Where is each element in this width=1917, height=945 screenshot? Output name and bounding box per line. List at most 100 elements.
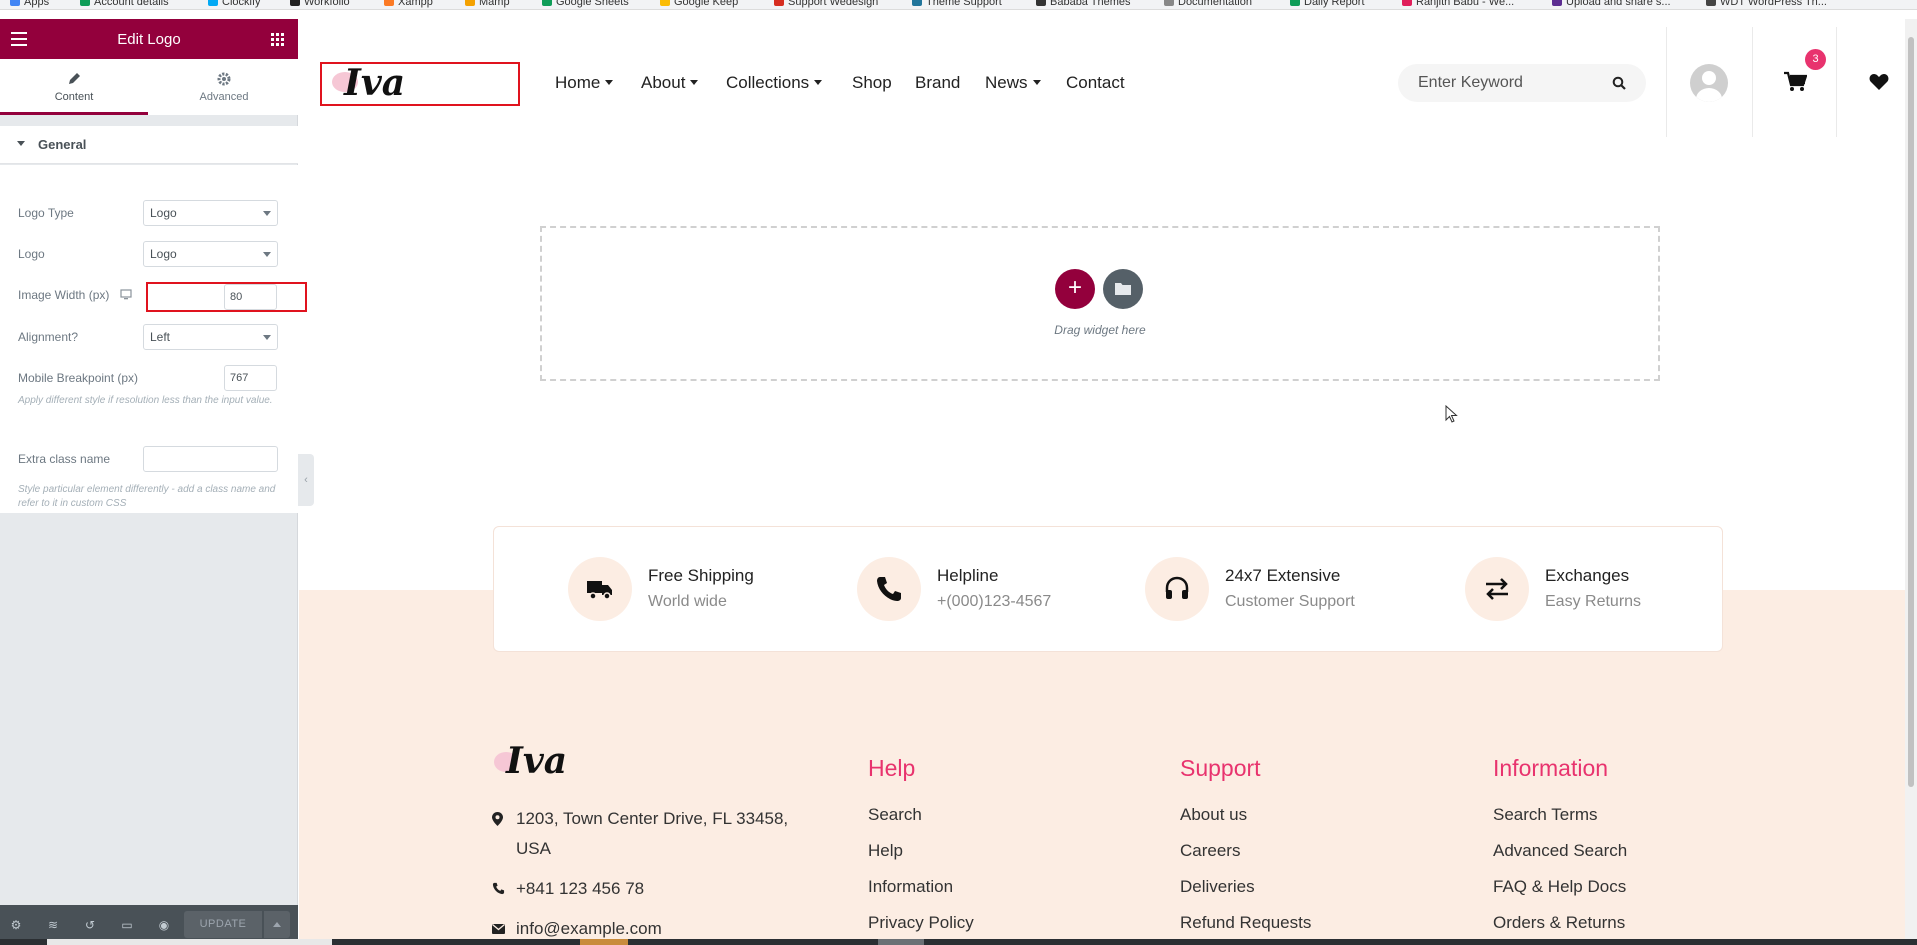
bookmark-item[interactable]: WDT WordPress Th... (1706, 0, 1827, 8)
bookmark-item[interactable]: Mamp (465, 0, 510, 8)
logo-highlight[interactable]: Iva (320, 62, 520, 106)
header-divider (1752, 27, 1753, 137)
footer-link[interactable]: Deliveries (1180, 877, 1255, 897)
features-bar: Free Shipping World wide Helpline +(000)… (493, 526, 1723, 652)
phone-icon (492, 882, 505, 895)
nav-contact-label: Contact (1066, 73, 1125, 92)
bookmark-item[interactable]: Theme Support (912, 0, 1002, 8)
footer-heading-support: Support (1180, 755, 1261, 781)
site-logo: Iva (332, 62, 405, 104)
tab-content-label: Content (54, 91, 94, 103)
bookmark-item[interactable]: Google Keep (660, 0, 738, 8)
footer-link[interactable]: Refund Requests (1180, 913, 1311, 933)
editor-panel: Edit Logo Content Advanced General Logo … (0, 19, 307, 945)
extra-class-input[interactable] (143, 446, 278, 472)
widgets-grid-icon[interactable] (271, 33, 284, 46)
footer-logo[interactable]: Iva (494, 740, 568, 782)
update-button[interactable]: UPDATE (184, 911, 262, 938)
panel-header: Edit Logo (0, 19, 298, 59)
headphones-icon (1165, 576, 1189, 599)
taskbar-strip (0, 939, 1917, 945)
truck-icon (587, 581, 612, 600)
search-input[interactable]: Enter Keyword (1398, 64, 1646, 102)
responsive-icon[interactable]: ▭ (120, 918, 134, 932)
bookmark-item[interactable]: Upload and share s... (1552, 0, 1671, 8)
footer-link[interactable]: Careers (1180, 841, 1240, 861)
bookmark-item[interactable]: Xampp (384, 0, 433, 8)
bookmark-item[interactable]: Google Sheets (542, 0, 629, 8)
logo-select[interactable]: Logo (143, 241, 278, 267)
footer-link[interactable]: Search (868, 805, 922, 825)
bookmarks-bar: Apps Account details Clockify Workfollo … (0, 0, 1917, 10)
nav-news[interactable]: News (985, 73, 1041, 93)
footer-link[interactable]: Privacy Policy (868, 913, 974, 933)
image-width-input[interactable]: 80 (224, 284, 277, 310)
alignment-select[interactable]: Left (143, 324, 278, 350)
template-library-button[interactable] (1103, 269, 1143, 309)
footer-link[interactable]: Help (868, 841, 903, 861)
taskbar-segment (878, 939, 924, 945)
folder-icon (1115, 283, 1131, 295)
navigator-icon[interactable]: ≋ (46, 918, 60, 932)
feature-title: Exchanges (1545, 566, 1630, 585)
chevron-down-icon (263, 211, 271, 216)
wishlist-heart-icon[interactable] (1869, 73, 1889, 91)
bookmark-apps[interactable]: Apps (10, 0, 49, 8)
user-avatar-icon[interactable] (1690, 64, 1728, 102)
settings-icon[interactable]: ⚙ (9, 918, 23, 932)
preview-eye-icon[interactable]: ◉ (157, 918, 171, 932)
taskbar-segment (47, 939, 332, 945)
bookmark-item[interactable]: Support Wedesign (774, 0, 878, 8)
footer-phone[interactable]: +841 123 456 78 (492, 874, 644, 904)
footer-logo-text: Iva (506, 740, 568, 782)
tab-content[interactable]: Content (0, 59, 148, 115)
tab-advanced[interactable]: Advanced (150, 59, 298, 115)
widget-dropzone[interactable] (540, 226, 1660, 381)
footer-link[interactable]: Information (868, 877, 953, 897)
nav-shop[interactable]: Shop (852, 73, 892, 93)
footer-link[interactable]: Orders & Returns (1493, 913, 1625, 933)
nav-brand[interactable]: Brand (915, 73, 960, 93)
update-options-button[interactable] (264, 911, 290, 938)
pencil-icon (69, 73, 80, 84)
add-section-button[interactable]: + (1055, 269, 1095, 309)
footer-link[interactable]: FAQ & Help Docs (1493, 877, 1626, 897)
logo-value: Logo (150, 247, 177, 261)
exchange-icon (1486, 578, 1508, 600)
footer-link[interactable]: Advanced Search (1493, 841, 1627, 861)
panel-title: Edit Logo (117, 31, 181, 48)
section-general[interactable]: General (0, 126, 298, 164)
bookmark-item[interactable]: Workfollo (290, 0, 350, 8)
image-width-label: Image Width (px) (18, 288, 110, 302)
cart-icon[interactable] (1783, 71, 1807, 93)
feature-subtitle: +(000)123-4567 (937, 593, 1052, 610)
search-icon[interactable] (1612, 76, 1626, 90)
scrollbar-thumb[interactable] (1908, 37, 1914, 787)
feature-subtitle: World wide (648, 593, 727, 610)
mobile-breakpoint-input[interactable]: 767 (224, 365, 277, 391)
logo-type-label: Logo Type (18, 206, 74, 220)
bookmark-item[interactable]: Ranjith Babu - We... (1402, 0, 1514, 8)
history-icon[interactable]: ↺ (83, 918, 97, 932)
chevron-down-icon (263, 335, 271, 340)
footer-link[interactable]: Search Terms (1493, 805, 1598, 825)
nav-contact[interactable]: Contact (1066, 73, 1125, 93)
collapse-panel-handle[interactable]: ‹ (298, 454, 314, 506)
nav-about[interactable]: About (641, 73, 699, 93)
footer-link[interactable]: About us (1180, 805, 1247, 825)
nav-home[interactable]: Home (555, 73, 614, 93)
nav-collections[interactable]: Collections (726, 73, 823, 93)
page-scrollbar[interactable] (1905, 19, 1917, 945)
cart-count-badge: 3 (1805, 49, 1826, 70)
bookmark-item[interactable]: Account details (80, 0, 169, 8)
bookmark-item[interactable]: Bababa Themes (1036, 0, 1131, 8)
dropzone-label: Drag widget here (1054, 323, 1146, 337)
bookmark-item[interactable]: Documentation (1164, 0, 1252, 8)
bookmark-item[interactable]: Daily Report (1290, 0, 1365, 8)
footer-address: 1203, Town Center Drive, FL 33458, USA (492, 804, 816, 864)
desktop-icon[interactable] (120, 289, 132, 300)
logo-type-select[interactable]: Logo (143, 200, 278, 226)
bookmark-item[interactable]: Clockify (208, 0, 261, 8)
feature-icon-circle (568, 557, 632, 621)
gear-icon (217, 72, 231, 86)
